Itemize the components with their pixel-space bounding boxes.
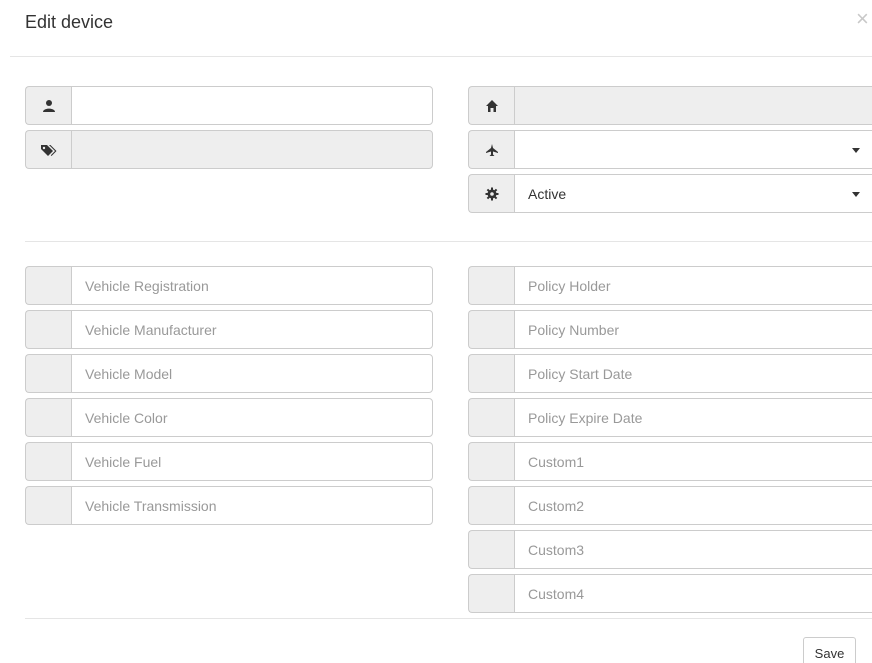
policy-number-group: Policy Number xyxy=(468,310,872,349)
custom3-group: Custom3 xyxy=(468,530,872,569)
vehicle-manufacturer-group: Vehicle Manufacturer xyxy=(25,310,433,349)
vehicle-color-input[interactable]: Vehicle Color xyxy=(71,398,433,437)
vehicle-transmission-input[interactable]: Vehicle Transmission xyxy=(71,486,433,525)
policy-holder-group: Policy Holder xyxy=(468,266,872,305)
home-field[interactable] xyxy=(514,86,872,125)
home-icon xyxy=(468,86,514,125)
custom2-input[interactable]: Custom2 xyxy=(514,486,872,525)
vehicle-fuel-input[interactable]: Vehicle Fuel xyxy=(71,442,433,481)
tags-field[interactable] xyxy=(71,130,433,169)
vehicle-fuel-group: Vehicle Fuel xyxy=(25,442,433,481)
custom1-group: Custom1 xyxy=(468,442,872,481)
user-icon xyxy=(25,86,71,125)
policy-holder-addon xyxy=(468,266,514,305)
user-field[interactable] xyxy=(71,86,433,125)
vehicle-transmission-group: Vehicle Transmission xyxy=(25,486,433,525)
custom3-addon xyxy=(468,530,514,569)
vehicle-model-input[interactable]: Vehicle Model xyxy=(71,354,433,393)
policy-holder-input[interactable]: Policy Holder xyxy=(514,266,872,305)
chevron-down-icon xyxy=(852,192,860,197)
vehicle-transmission-addon xyxy=(25,486,71,525)
section-divider xyxy=(25,241,872,242)
custom2-group: Custom2 xyxy=(468,486,872,525)
plane-select-group xyxy=(468,130,872,169)
chevron-down-icon xyxy=(852,148,860,153)
vehicle-model-addon xyxy=(25,354,71,393)
custom1-addon xyxy=(468,442,514,481)
vehicle-registration-addon xyxy=(25,266,71,305)
status-select-value: Active xyxy=(528,185,567,202)
status-select-group: Active xyxy=(468,174,872,213)
custom4-group: Custom4 xyxy=(468,574,872,613)
vehicle-manufacturer-input[interactable]: Vehicle Manufacturer xyxy=(71,310,433,349)
vehicle-model-group: Vehicle Model xyxy=(25,354,433,393)
save-button[interactable]: Save xyxy=(803,637,856,663)
tags-input-group xyxy=(25,130,433,169)
footer-divider xyxy=(25,618,872,619)
custom2-addon xyxy=(468,486,514,525)
user-input-group xyxy=(25,86,433,125)
custom4-addon xyxy=(468,574,514,613)
gear-icon xyxy=(468,174,514,213)
header-divider xyxy=(10,56,872,57)
policy-start-date-group: Policy Start Date xyxy=(468,354,872,393)
vehicle-fuel-addon xyxy=(25,442,71,481)
vehicle-registration-input[interactable]: Vehicle Registration xyxy=(71,266,433,305)
status-select[interactable]: Active xyxy=(514,174,872,213)
policy-number-addon xyxy=(468,310,514,349)
vehicle-color-group: Vehicle Color xyxy=(25,398,433,437)
plane-icon xyxy=(468,130,514,169)
vehicle-registration-group: Vehicle Registration xyxy=(25,266,433,305)
home-input-group xyxy=(468,86,872,125)
policy-expire-date-group: Policy Expire Date xyxy=(468,398,872,437)
policy-expire-date-input[interactable]: Policy Expire Date xyxy=(514,398,872,437)
tags-icon xyxy=(25,130,71,169)
policy-number-input[interactable]: Policy Number xyxy=(514,310,872,349)
modal-title: Edit device xyxy=(25,12,114,32)
close-icon[interactable]: × xyxy=(856,8,869,30)
plane-select[interactable] xyxy=(514,130,872,169)
policy-start-date-input[interactable]: Policy Start Date xyxy=(514,354,872,393)
policy-start-date-addon xyxy=(468,354,514,393)
policy-expire-date-addon xyxy=(468,398,514,437)
custom3-input[interactable]: Custom3 xyxy=(514,530,872,569)
custom1-input[interactable]: Custom1 xyxy=(514,442,872,481)
vehicle-color-addon xyxy=(25,398,71,437)
custom4-input[interactable]: Custom4 xyxy=(514,574,872,613)
vehicle-manufacturer-addon xyxy=(25,310,71,349)
